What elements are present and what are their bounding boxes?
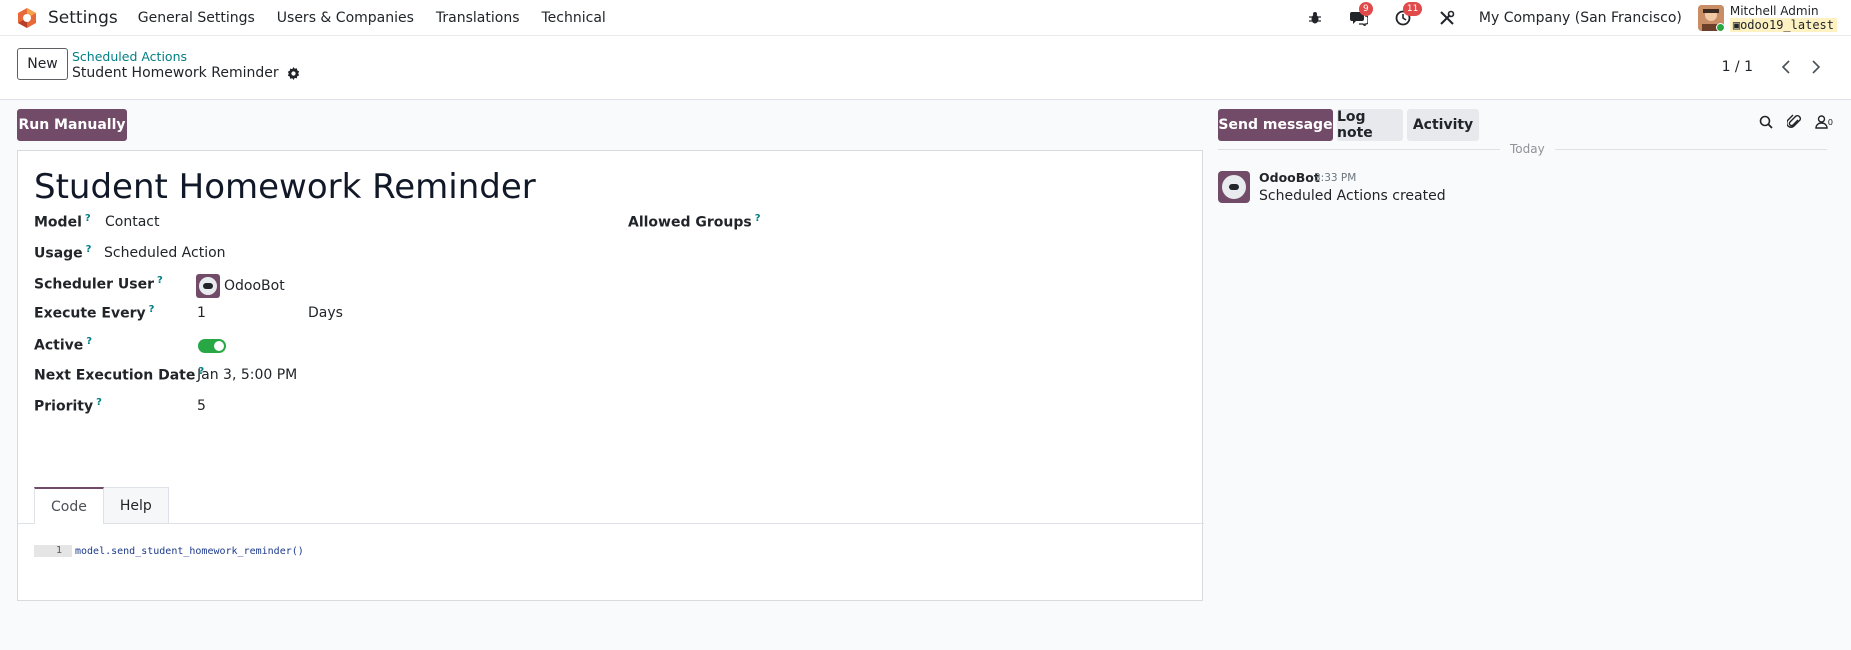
paperclip-icon[interactable] [1786, 114, 1801, 130]
followers-button[interactable]: 0 [1814, 115, 1833, 129]
date-separator-label: Today [1500, 142, 1555, 156]
model-label: Model? [34, 213, 91, 231]
run-manually-button[interactable]: Run Manually [17, 109, 127, 141]
database-icon: ▣ [1732, 18, 1741, 32]
main-navbar: Settings General Settings Users & Compan… [0, 0, 1851, 36]
help-tooltip-icon[interactable]: ? [157, 275, 163, 286]
allowed-groups-label: Allowed Groups? [628, 213, 761, 231]
activities-badge: 11 [1402, 2, 1423, 16]
app-name[interactable]: Settings [48, 8, 118, 28]
help-tooltip-icon[interactable]: ? [755, 213, 761, 224]
tab-code[interactable]: Code [34, 487, 104, 524]
pager-next-button[interactable] [1801, 54, 1831, 80]
menu-general-settings[interactable]: General Settings [138, 10, 255, 26]
pager-previous-button[interactable] [1771, 54, 1801, 80]
help-tooltip-icon[interactable]: ? [86, 244, 92, 255]
execute-every-field[interactable]: 1 [197, 305, 206, 321]
help-tooltip-icon[interactable]: ? [85, 213, 91, 224]
chevron-right-icon [1812, 60, 1821, 74]
messages-badge: 9 [1358, 2, 1373, 16]
chevron-left-icon [1781, 60, 1790, 74]
next-execution-date-label: Next Execution Date? [34, 366, 205, 384]
priority-label: Priority? [34, 397, 102, 415]
scheduler-user-field[interactable]: OdooBot [196, 274, 285, 298]
code-line-number: 1 [34, 545, 72, 557]
breadcrumb-current: Student Homework Reminder [72, 64, 300, 82]
user-avatar[interactable] [1697, 5, 1724, 31]
user-menu[interactable]: Mitchell Admin ▣odoo19_latest [1729, 4, 1837, 32]
send-message-button[interactable]: Send message [1218, 109, 1333, 141]
user-icon [1814, 115, 1828, 129]
help-tooltip-icon[interactable]: ? [86, 336, 92, 347]
followers-count: 0 [1827, 117, 1833, 127]
messages-icon[interactable]: 9 [1347, 2, 1373, 30]
usage-field[interactable]: Scheduled Action [104, 245, 226, 261]
user-name: Mitchell Admin [1729, 4, 1819, 18]
code-editor[interactable]: 1 model.send_student_homework_reminder() [34, 545, 304, 557]
debug-bug-icon[interactable] [1303, 6, 1327, 30]
next-execution-date-field[interactable]: Jan 3, 5:00 PM [197, 367, 297, 383]
record-title[interactable]: Student Homework Reminder [34, 167, 536, 207]
help-tooltip-icon[interactable]: ? [96, 397, 102, 408]
model-field[interactable]: Contact [105, 214, 159, 230]
new-button[interactable]: New [17, 48, 68, 80]
scheduler-user-label: Scheduler User? [34, 275, 163, 293]
menu-users-companies[interactable]: Users & Companies [277, 10, 414, 26]
execute-every-label: Execute Every? [34, 304, 155, 322]
breadcrumb-parent-link[interactable]: Scheduled Actions [72, 49, 300, 64]
pager-value[interactable]: 1 / 1 [1722, 59, 1753, 75]
notebook-tabs: Code Help [34, 487, 169, 524]
search-icon[interactable] [1759, 115, 1773, 129]
gear-icon[interactable] [287, 66, 300, 80]
message-body: Scheduled Actions created [1259, 188, 1446, 204]
message-time: 3:33 PM [1314, 172, 1357, 184]
odoobot-message-avatar[interactable] [1218, 171, 1250, 203]
log-note-button[interactable]: Log note [1337, 109, 1403, 141]
top-menu: General Settings Users & Companies Trans… [138, 10, 628, 26]
scheduler-user-value: OdooBot [224, 278, 285, 294]
form-sheet: Student Homework Reminder Model? Contact… [17, 150, 1204, 601]
tab-divider [18, 523, 1204, 524]
tab-help[interactable]: Help [102, 487, 169, 524]
database-name: odoo19_latest [1740, 18, 1834, 32]
code-text[interactable]: model.send_student_homework_reminder() [75, 546, 304, 557]
form-view: Run Manually Student Homework Reminder M… [0, 100, 1218, 650]
breadcrumb-current-label: Student Homework Reminder [72, 65, 279, 81]
priority-field[interactable]: 5 [197, 398, 206, 414]
activity-button[interactable]: Activity [1407, 109, 1479, 141]
control-panel: New Scheduled Actions Student Homework R… [0, 36, 1851, 100]
help-tooltip-icon[interactable]: ? [149, 304, 155, 315]
menu-translations[interactable]: Translations [436, 10, 520, 26]
activities-clock-icon[interactable]: 11 [1391, 2, 1423, 30]
chatter-topbar-icons: 0 [1745, 114, 1833, 130]
breadcrumb: Scheduled Actions Student Homework Remin… [72, 49, 300, 82]
company-switcher[interactable]: My Company (San Francisco) [1479, 10, 1682, 26]
chatter: Send message Log note Activity 0 Today O… [1218, 100, 1851, 650]
execute-every-unit-select[interactable]: Days [308, 305, 343, 321]
pager: 1 / 1 [1722, 54, 1831, 80]
usage-label: Usage? [34, 244, 92, 262]
app-logo-icon[interactable] [16, 7, 38, 29]
message-author[interactable]: OdooBot [1259, 170, 1320, 185]
odoobot-avatar [196, 274, 220, 298]
tools-icon[interactable] [1435, 6, 1459, 30]
systray: 9 11 My Company (San Francisco) Mitchell… [1303, 0, 1851, 36]
menu-technical[interactable]: Technical [542, 10, 606, 26]
database-badge: ▣odoo19_latest [1729, 18, 1837, 32]
online-status-dot [1715, 23, 1724, 31]
active-toggle[interactable] [198, 339, 226, 353]
active-label: Active? [34, 336, 93, 354]
